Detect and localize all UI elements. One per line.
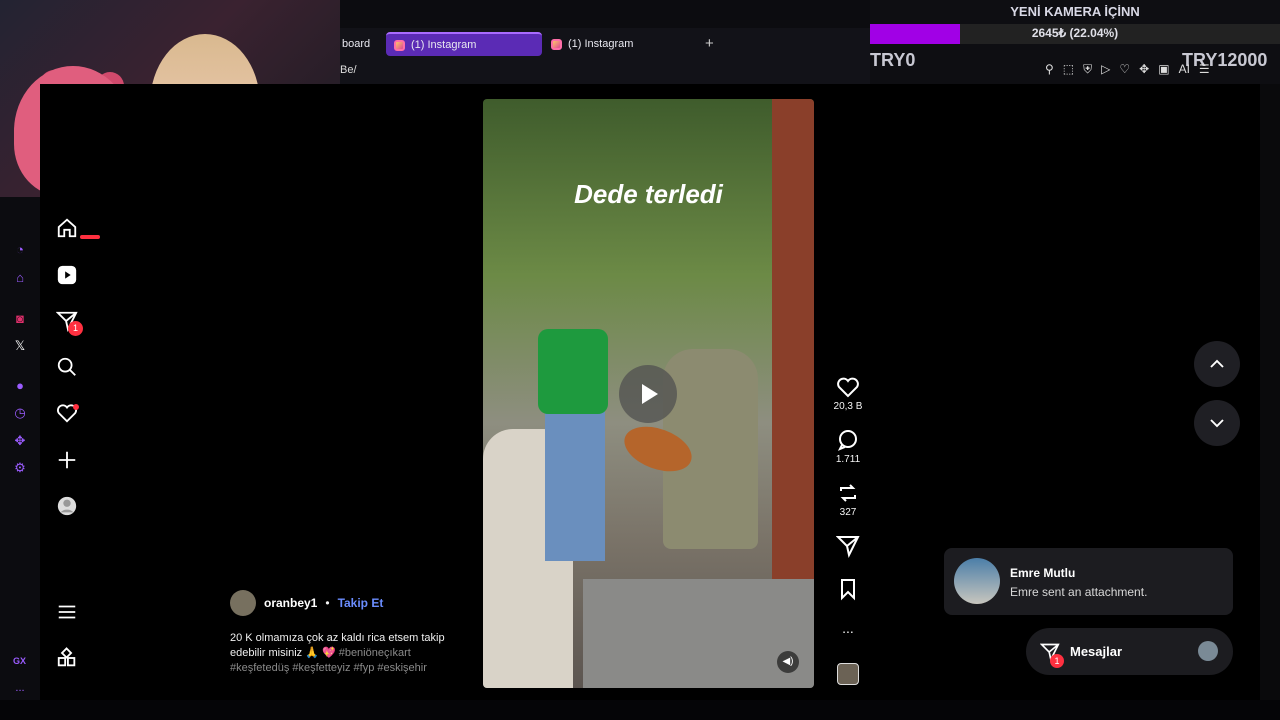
extension-toolbar: ⚲ ⬚ ⛨ ▷ ♡ ✥ ▣ AI ☰	[1045, 62, 1210, 77]
settings-icon[interactable]: ⚙	[12, 460, 28, 476]
play-button[interactable]	[619, 365, 677, 423]
address-bar[interactable]	[340, 58, 870, 84]
more-icon[interactable]: ...	[12, 680, 28, 696]
avatar	[1198, 641, 1218, 661]
notification-title: Emre Mutlu	[1010, 566, 1076, 580]
profile-icon[interactable]	[55, 494, 79, 518]
reel-author: oranbey1 • Takip Et	[230, 590, 383, 616]
pin-icon[interactable]: ⚲	[1045, 62, 1054, 77]
messages-button[interactable]: 1 Mesajlar	[1026, 628, 1233, 675]
address-url[interactable]: Be/	[340, 64, 357, 76]
heart-icon[interactable]: ♡	[1119, 62, 1130, 77]
speed-dial-icon[interactable]: ◔	[12, 242, 28, 258]
shield-icon[interactable]: ⛨	[1083, 62, 1092, 77]
bookmark-icon	[836, 577, 860, 601]
heart-icon	[836, 375, 860, 399]
instagram-icon	[551, 38, 562, 50]
play-icon[interactable]: ▷	[1101, 62, 1110, 77]
tab-dashboard[interactable]: board	[334, 32, 378, 56]
notification-dot	[73, 404, 79, 410]
separator: •	[325, 596, 330, 610]
reel-caption: 20 K olmamıza çok az kaldı rica etsem ta…	[230, 631, 470, 676]
goal-progress-text: 2645₺ (22.04%)	[1031, 26, 1119, 40]
tab-instagram-active[interactable]: (1) Instagram	[386, 32, 542, 56]
message-notification[interactable]: Emre Mutlu Emre sent an attachment.	[944, 548, 1233, 615]
like-button[interactable]: 20,3 B	[832, 375, 864, 412]
chevron-up-icon	[1210, 359, 1224, 368]
caption-text: 20 K olmamıza çok az kaldı rica etsem ta…	[230, 632, 445, 659]
avatar	[954, 558, 1000, 604]
previous-reel-button[interactable]	[1194, 341, 1240, 387]
repost-icon	[836, 481, 860, 505]
dancer-green-top	[538, 329, 608, 414]
messages-badge: 1	[1050, 654, 1064, 668]
spotify-icon[interactable]: ●	[12, 378, 28, 394]
save-button[interactable]	[832, 577, 864, 601]
pavement	[583, 579, 814, 688]
avatar[interactable]	[230, 590, 256, 616]
tab-label: (1) Instagram	[568, 38, 634, 50]
chevron-down-icon	[1210, 419, 1224, 428]
camera-icon[interactable]: ▣	[1158, 62, 1169, 77]
tab-instagram[interactable]: (1) Instagram	[543, 32, 699, 56]
tab-label: board	[342, 38, 371, 50]
menu-icon[interactable]: ☰	[1199, 62, 1210, 77]
x-icon[interactable]: 𝕏	[12, 338, 28, 354]
messages-badge: 1	[68, 321, 83, 336]
ai-icon[interactable]: AI	[1179, 62, 1190, 77]
gx-logo: GX	[13, 656, 27, 666]
author-name[interactable]: oranbey1	[264, 596, 317, 610]
goal-title: YENİ KAMERA İÇİNN	[1010, 4, 1140, 19]
search-icon[interactable]	[55, 355, 79, 379]
history-icon[interactable]: ◷	[12, 405, 28, 421]
notification-body: Emre sent an attachment.	[1010, 585, 1148, 599]
messages-label: Mesajlar	[1070, 644, 1123, 659]
reel-video[interactable]: Dede terledi ◀)	[483, 99, 814, 688]
audio-thumbnail[interactable]	[837, 663, 859, 685]
reels-icon[interactable]	[55, 263, 79, 287]
send-icon	[835, 534, 860, 558]
comment-count: 1.711	[835, 454, 861, 465]
goal-start-label: TRY0	[870, 50, 916, 70]
reel-overlay-text: Dede terledi	[574, 179, 723, 209]
comment-button[interactable]: 1.711	[832, 428, 864, 465]
next-reel-button[interactable]	[1194, 400, 1240, 446]
plugins-icon[interactable]: ✥	[12, 433, 28, 449]
like-count: 20,3 B	[833, 401, 863, 412]
comment-icon	[836, 428, 860, 452]
share-button[interactable]	[832, 534, 864, 558]
home-icon[interactable]	[55, 216, 79, 240]
repost-count: 327	[839, 507, 857, 518]
brick-wall	[772, 99, 814, 599]
mute-icon[interactable]: ◀)	[777, 651, 799, 673]
taskbar	[0, 700, 1280, 720]
extensions-icon[interactable]: ⌂	[12, 270, 28, 286]
dancer-jeans	[545, 411, 605, 561]
instagram-icon[interactable]: ◙	[12, 311, 28, 327]
also-from-meta-icon[interactable]	[55, 646, 79, 670]
home-active-indicator	[80, 235, 100, 239]
puzzle-icon[interactable]: ✥	[1139, 62, 1149, 77]
instagram-icon	[394, 39, 405, 51]
repost-button[interactable]: 327	[832, 481, 864, 518]
tab-label: (1) Instagram	[411, 39, 477, 51]
create-icon[interactable]	[55, 448, 79, 472]
crop-icon[interactable]: ⬚	[1063, 62, 1074, 77]
scrollbar[interactable]	[1260, 84, 1280, 700]
more-menu-icon[interactable]	[55, 600, 79, 624]
new-tab-button[interactable]: +	[705, 35, 714, 52]
more-options-button[interactable]: ...	[832, 620, 864, 636]
follow-button[interactable]: Takip Et	[338, 596, 384, 610]
